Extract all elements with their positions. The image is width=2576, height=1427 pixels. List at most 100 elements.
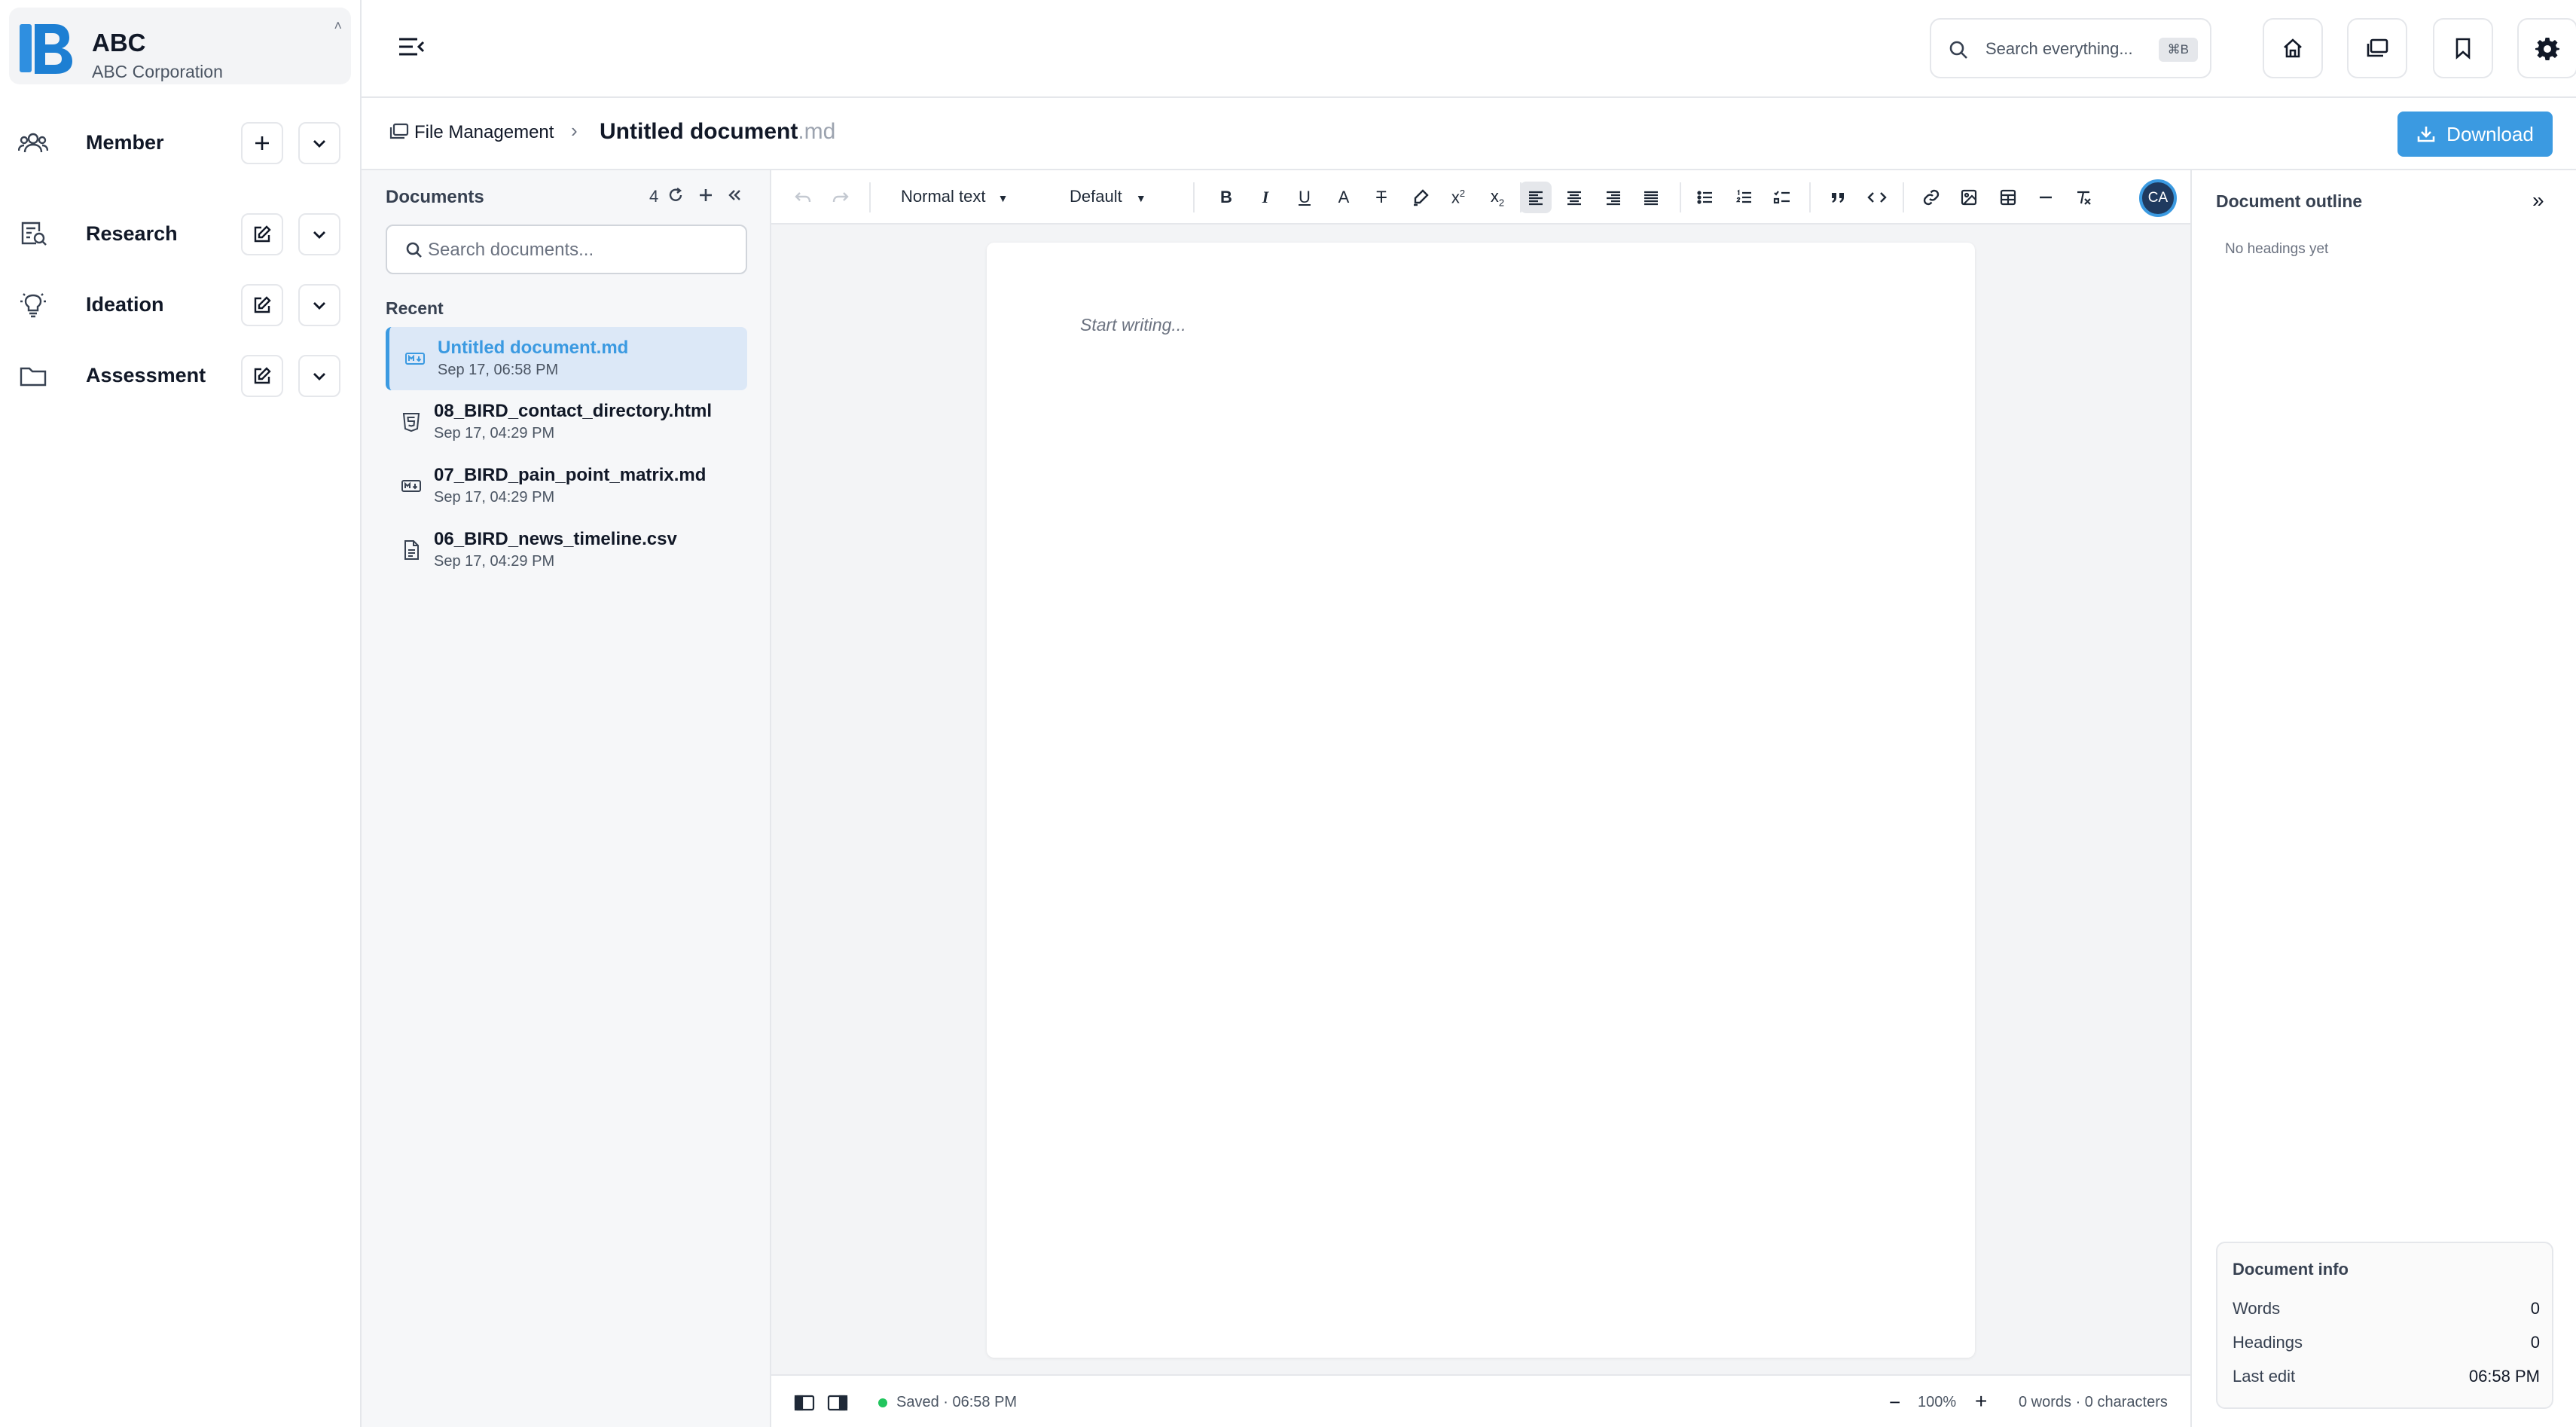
zoom-in-button[interactable]: + <box>1975 1389 1987 1413</box>
align-center-icon <box>1567 191 1581 206</box>
home-button[interactable] <box>2263 18 2323 78</box>
zoom-level: 100% <box>1918 1394 1957 1410</box>
html5-icon <box>402 413 420 432</box>
info-value: 0 <box>2530 1299 2540 1318</box>
documents-search-input[interactable] <box>428 235 729 265</box>
edit-assessment-button[interactable] <box>241 355 283 397</box>
nav-item-research[interactable]: Research <box>0 210 362 258</box>
bold-button[interactable]: B <box>1213 184 1240 211</box>
numbered-list-button[interactable] <box>1731 184 1758 211</box>
collapse-sidebar-icon[interactable] <box>396 33 426 60</box>
zoom-out-button[interactable]: − <box>1889 1391 1900 1414</box>
collapse-documents-button[interactable] <box>723 184 746 206</box>
bold-icon: B <box>1220 188 1232 206</box>
link-icon <box>1923 189 1940 206</box>
refresh-button[interactable] <box>664 184 687 206</box>
redo-button[interactable] <box>827 184 854 211</box>
org-name: ABC <box>92 29 146 57</box>
editor-page[interactable]: Start writing... <box>987 243 1975 1358</box>
documents-search[interactable] <box>386 225 747 274</box>
nav-item-member[interactable]: Member <box>0 119 362 167</box>
bullet-list-button[interactable] <box>1692 184 1719 211</box>
italic-button[interactable]: I <box>1252 184 1279 211</box>
document-name: 06_BIRD_news_timeline.csv <box>434 529 677 549</box>
align-justify-button[interactable] <box>1637 184 1665 211</box>
align-left-button[interactable] <box>1520 182 1552 213</box>
plus-icon <box>700 189 712 201</box>
clear-formatting-icon <box>2077 191 2091 205</box>
checklist-button[interactable] <box>1769 184 1796 211</box>
nav-label: Member <box>86 131 164 154</box>
expand-member-button[interactable] <box>298 122 340 164</box>
subscript-button[interactable]: x2 <box>1484 184 1511 211</box>
document-list-item[interactable]: 07_BIRD_pain_point_matrix.md Sep 17, 04:… <box>386 454 747 518</box>
document-list-item[interactable]: 06_BIRD_news_timeline.csv Sep 17, 04:29 … <box>386 518 747 582</box>
document-title-name: Untitled document <box>600 119 798 144</box>
blockquote-button[interactable] <box>1824 184 1851 211</box>
align-right-button[interactable] <box>1600 184 1627 211</box>
expand-research-button[interactable] <box>298 213 340 255</box>
document-list-item[interactable]: 08_BIRD_contact_directory.html Sep 17, 0… <box>386 390 747 454</box>
link-button[interactable] <box>1918 184 1945 211</box>
plus-icon <box>255 136 269 150</box>
horizontal-rule-button[interactable] <box>2032 184 2059 211</box>
add-member-button[interactable] <box>241 122 283 164</box>
strikethrough-button[interactable]: T <box>1368 184 1395 211</box>
avatar-initials: CA <box>2147 190 2169 206</box>
editor-placeholder: Start writing... <box>1080 315 1186 335</box>
outline-title: Document outline <box>2216 191 2363 211</box>
abc-logo-icon <box>20 24 72 74</box>
document-date: Sep 17, 06:58 PM <box>438 362 559 378</box>
org-switcher[interactable]: ABC ABC Corporation ˄ <box>9 8 351 84</box>
font-select[interactable]: Default ▼ <box>1070 187 1146 206</box>
document-list-item[interactable]: Untitled document.md Sep 17, 06:58 PM <box>386 327 747 390</box>
collapse-outline-icon[interactable]: » <box>2532 188 2544 212</box>
editor-area: Normal text ▼ Default ▼ B I U A T x2 x2 <box>771 170 2190 1427</box>
italic-icon: I <box>1262 188 1269 206</box>
info-row-last-edit: Last edit 06:58 PM <box>2233 1367 2540 1386</box>
nav-label: Research <box>86 222 178 245</box>
bookmark-button[interactable] <box>2433 18 2493 78</box>
clear-formatting-button[interactable] <box>2070 184 2097 211</box>
table-icon <box>2000 189 2016 206</box>
search-icon <box>406 242 422 258</box>
edit-ideation-button[interactable] <box>241 284 283 326</box>
chevron-down-icon <box>313 231 325 239</box>
table-button[interactable] <box>1995 184 2022 211</box>
code-button[interactable] <box>1863 184 1891 211</box>
highlight-button[interactable] <box>1407 184 1434 211</box>
nav-item-assessment[interactable]: Assessment <box>0 352 362 400</box>
align-justify-icon <box>1644 191 1658 206</box>
global-search[interactable]: Search everything... ⌘B <box>1930 18 2211 78</box>
nav-item-ideation[interactable]: Ideation <box>0 281 362 329</box>
underline-button[interactable]: U <box>1291 184 1318 211</box>
expand-assessment-button[interactable] <box>298 355 340 397</box>
superscript-button[interactable]: x2 <box>1445 184 1472 211</box>
toolbar-divider <box>1680 182 1681 212</box>
avatar[interactable]: CA <box>2139 179 2177 217</box>
settings-button[interactable] <box>2517 18 2576 78</box>
text-style-select[interactable]: Normal text ▼ <box>901 187 1008 206</box>
numbered-list-icon <box>1735 189 1751 203</box>
layout-left-panel-icon[interactable] <box>794 1394 815 1412</box>
edit-research-button[interactable] <box>241 213 283 255</box>
expand-ideation-button[interactable] <box>298 284 340 326</box>
layout-right-panel-icon[interactable] <box>827 1394 848 1412</box>
toolbar-divider <box>1903 182 1904 212</box>
superscript-icon: x2 <box>1451 187 1466 207</box>
download-button[interactable]: Download <box>2397 112 2553 157</box>
info-label: Words <box>2233 1299 2281 1318</box>
image-button[interactable] <box>1955 184 1982 211</box>
gallery-button[interactable] <box>2347 18 2407 78</box>
editor-toolbar: Normal text ▼ Default ▼ B I U A T x2 x2 <box>771 170 2190 225</box>
nav-label: Assessment <box>86 364 206 387</box>
undo-button[interactable] <box>789 184 816 211</box>
breadcrumb-root[interactable]: File Management <box>414 122 554 143</box>
align-center-button[interactable] <box>1561 184 1588 211</box>
text-color-button[interactable]: A <box>1330 184 1357 211</box>
new-document-button[interactable] <box>694 184 717 206</box>
documents-panel: Documents 4 Recent Untitled document.md … <box>362 170 771 1427</box>
outline-panel: Document outline » No headings yet Docum… <box>2190 170 2576 1427</box>
toolbar-divider <box>1809 182 1811 212</box>
chevron-down-icon <box>313 373 325 380</box>
